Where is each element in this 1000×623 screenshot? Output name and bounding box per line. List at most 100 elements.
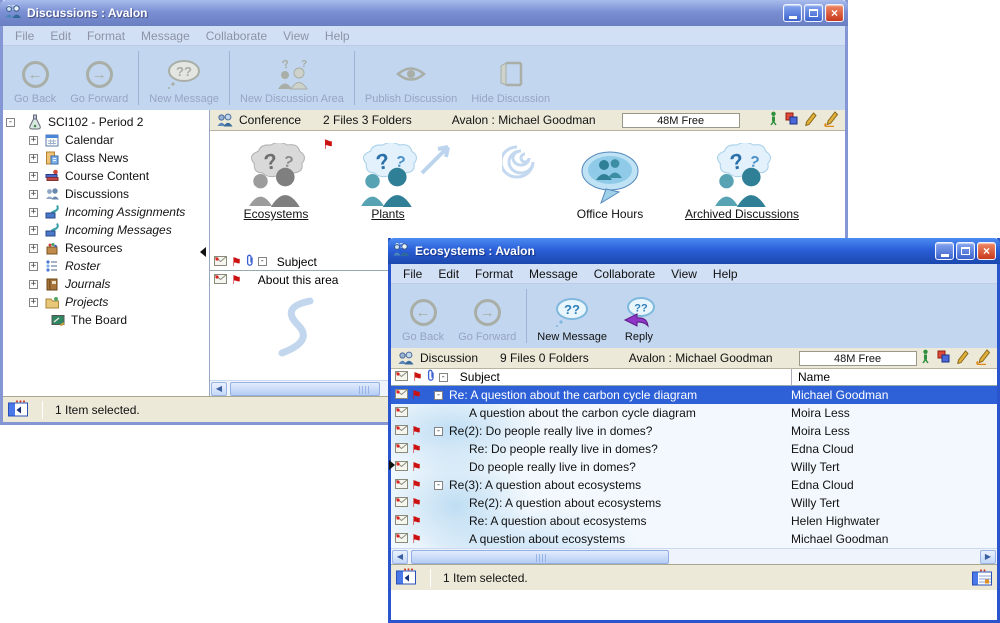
- menu-message[interactable]: Message: [521, 265, 586, 283]
- menu-view[interactable]: View: [663, 265, 705, 283]
- message-row[interactable]: ⚑A question about ecosystemsMichael Good…: [391, 530, 997, 548]
- toolbar-button-label: Go Forward: [458, 331, 516, 343]
- scroll-left-button[interactable]: ◀: [392, 550, 408, 564]
- toolbar-button-go-forward[interactable]: →Go Forward: [451, 286, 523, 346]
- menu-format[interactable]: Format: [79, 27, 133, 45]
- toolbar-button-new-message[interactable]: ??New Message: [142, 48, 226, 108]
- infobar-account: Avalon : Michael Goodman: [452, 113, 596, 127]
- message-sender: Michael Goodman: [791, 532, 888, 546]
- tree-item-calendar[interactable]: +Calendar: [3, 131, 209, 149]
- pencil-key-icon[interactable]: [824, 111, 839, 130]
- message-row[interactable]: ⚑Re(2): A question about ecosystemsWilly…: [391, 494, 997, 512]
- tree-expander[interactable]: +: [29, 298, 38, 307]
- conference-item-plants[interactable]: ??Plants: [332, 135, 444, 221]
- toolbar-button-publish-discussion[interactable]: Publish Discussion: [358, 48, 464, 108]
- tree-expander[interactable]: +: [29, 190, 38, 199]
- thread-expander[interactable]: -: [434, 481, 443, 490]
- pages-icon[interactable]: [785, 112, 798, 128]
- toolbar-button-new-message[interactable]: ??New Message: [530, 286, 614, 346]
- message-row[interactable]: ⚑-Re: A question about the carbon cycle …: [391, 386, 997, 404]
- tree-expander[interactable]: +: [29, 136, 38, 145]
- pane-splitter-arrow-icon[interactable]: [389, 460, 395, 470]
- message-row[interactable]: ⚑-Re(2): Do people really live in domes?…: [391, 422, 997, 440]
- toolbar-button-go-back[interactable]: ←Go Back: [395, 286, 451, 346]
- tree-expander[interactable]: +: [29, 226, 38, 235]
- menu-file[interactable]: File: [7, 27, 42, 45]
- close-button[interactable]: ×: [977, 242, 996, 260]
- toolbar-separator: [354, 51, 355, 105]
- menu-message[interactable]: Message: [133, 27, 198, 45]
- thread-expander[interactable]: -: [434, 391, 443, 400]
- tree-expander[interactable]: +: [29, 172, 38, 181]
- person-green-icon[interactable]: [769, 111, 778, 129]
- row-icons: ⚑: [391, 514, 421, 528]
- menu-edit[interactable]: Edit: [42, 27, 79, 45]
- menu-bar: FileEditFormatMessageCollaborateViewHelp: [3, 26, 845, 46]
- menu-view[interactable]: View: [275, 27, 317, 45]
- toolbar-button-go-forward[interactable]: →Go Forward: [63, 48, 135, 108]
- toolbar-button-new-discussion-area[interactable]: ??New Discussion Area: [233, 48, 351, 108]
- minimize-button[interactable]: [783, 4, 802, 22]
- pencil-icon[interactable]: [805, 112, 817, 129]
- envelope-icon: [214, 255, 227, 269]
- tree-item-incoming-assignments[interactable]: +Incoming Assignments: [3, 203, 209, 221]
- menu-edit[interactable]: Edit: [430, 265, 467, 283]
- toolbar-button-hide-discussion[interactable]: Hide Discussion: [464, 48, 557, 108]
- scrollbar-thumb[interactable]: [411, 550, 669, 564]
- tree-expander[interactable]: +: [29, 208, 38, 217]
- tree-item-class-news[interactable]: +Class News: [3, 149, 209, 167]
- panel-toggle-icon[interactable]: [8, 400, 28, 420]
- pages-icon[interactable]: [937, 350, 950, 366]
- grid-view-icon[interactable]: [972, 569, 992, 586]
- tree-expander[interactable]: +: [29, 244, 38, 253]
- message-row[interactable]: ⚑-Re(3): A question about ecosystemsEdna…: [391, 476, 997, 494]
- scrollbar-thumb[interactable]: [230, 382, 380, 396]
- tree-item-the-board[interactable]: The Board: [3, 311, 209, 329]
- tree-item-projects[interactable]: +Projects: [3, 293, 209, 311]
- close-button[interactable]: ×: [825, 4, 844, 22]
- conference-item-ecosystems[interactable]: ??⚑Ecosystems: [212, 135, 340, 221]
- titlebar-discussions[interactable]: ?? Discussions : Avalon ×: [0, 0, 848, 26]
- message-row[interactable]: ⚑Do people really live in domes?Willy Te…: [391, 458, 997, 476]
- scroll-left-button[interactable]: ◀: [211, 382, 227, 396]
- tree-expander[interactable]: -: [6, 118, 15, 127]
- tree-expander[interactable]: +: [29, 154, 38, 163]
- maximize-button[interactable]: [956, 242, 975, 260]
- toolbar-button-go-back[interactable]: ←Go Back: [7, 48, 63, 108]
- tree-expander[interactable]: +: [29, 280, 38, 289]
- tree-item-journals[interactable]: +Journals: [3, 275, 209, 293]
- toolbar-button-reply[interactable]: ??Reply: [614, 286, 664, 346]
- tree-item-resources[interactable]: +Resources: [3, 239, 209, 257]
- scroll-right-button[interactable]: ▶: [980, 550, 996, 564]
- menu-help[interactable]: Help: [317, 27, 358, 45]
- pane-splitter-arrow-icon[interactable]: [200, 247, 206, 257]
- pencil-icon[interactable]: [957, 350, 969, 367]
- message-row[interactable]: ⚑Re: A question about ecosystemsHelen Hi…: [391, 512, 997, 530]
- menu-collaborate[interactable]: Collaborate: [198, 27, 275, 45]
- person-green-icon[interactable]: [921, 349, 930, 367]
- collapse-all-box[interactable]: -: [258, 257, 267, 266]
- tree-item-discussions[interactable]: +Discussions: [3, 185, 209, 203]
- menu-file[interactable]: File: [395, 265, 430, 283]
- collapse-all-box[interactable]: -: [439, 373, 448, 382]
- pencil-key-icon[interactable]: [976, 349, 991, 368]
- message-row[interactable]: ⚑Re: Do people really live in domes?Edna…: [391, 440, 997, 458]
- menu-format[interactable]: Format: [467, 265, 521, 283]
- thread-expander[interactable]: -: [434, 427, 443, 436]
- maximize-button[interactable]: [804, 4, 823, 22]
- tree-expander[interactable]: +: [29, 262, 38, 271]
- tree-item-incoming-messages[interactable]: +Incoming Messages: [3, 221, 209, 239]
- menu-collaborate[interactable]: Collaborate: [586, 265, 663, 283]
- titlebar-ecosystems[interactable]: ?? Ecosystems : Avalon ×: [388, 238, 1000, 264]
- scrollbar-track[interactable]: [409, 550, 979, 564]
- panel-toggle-icon[interactable]: [396, 568, 416, 588]
- menu-help[interactable]: Help: [705, 265, 746, 283]
- horizontal-scrollbar[interactable]: ◀ ▶: [391, 548, 997, 564]
- tree-item-course-content[interactable]: +Course Content: [3, 167, 209, 185]
- tree-item-sci102-period-2[interactable]: -SCI102 - Period 2: [3, 113, 209, 131]
- message-list-header[interactable]: ⚑ - Subject Name: [391, 369, 997, 386]
- tree-item-roster[interactable]: +Roster: [3, 257, 209, 275]
- conference-item-archived-discussions[interactable]: ??Archived Discussions: [654, 135, 830, 221]
- minimize-button[interactable]: [935, 242, 954, 260]
- message-row[interactable]: A question about the carbon cycle diagra…: [391, 404, 997, 422]
